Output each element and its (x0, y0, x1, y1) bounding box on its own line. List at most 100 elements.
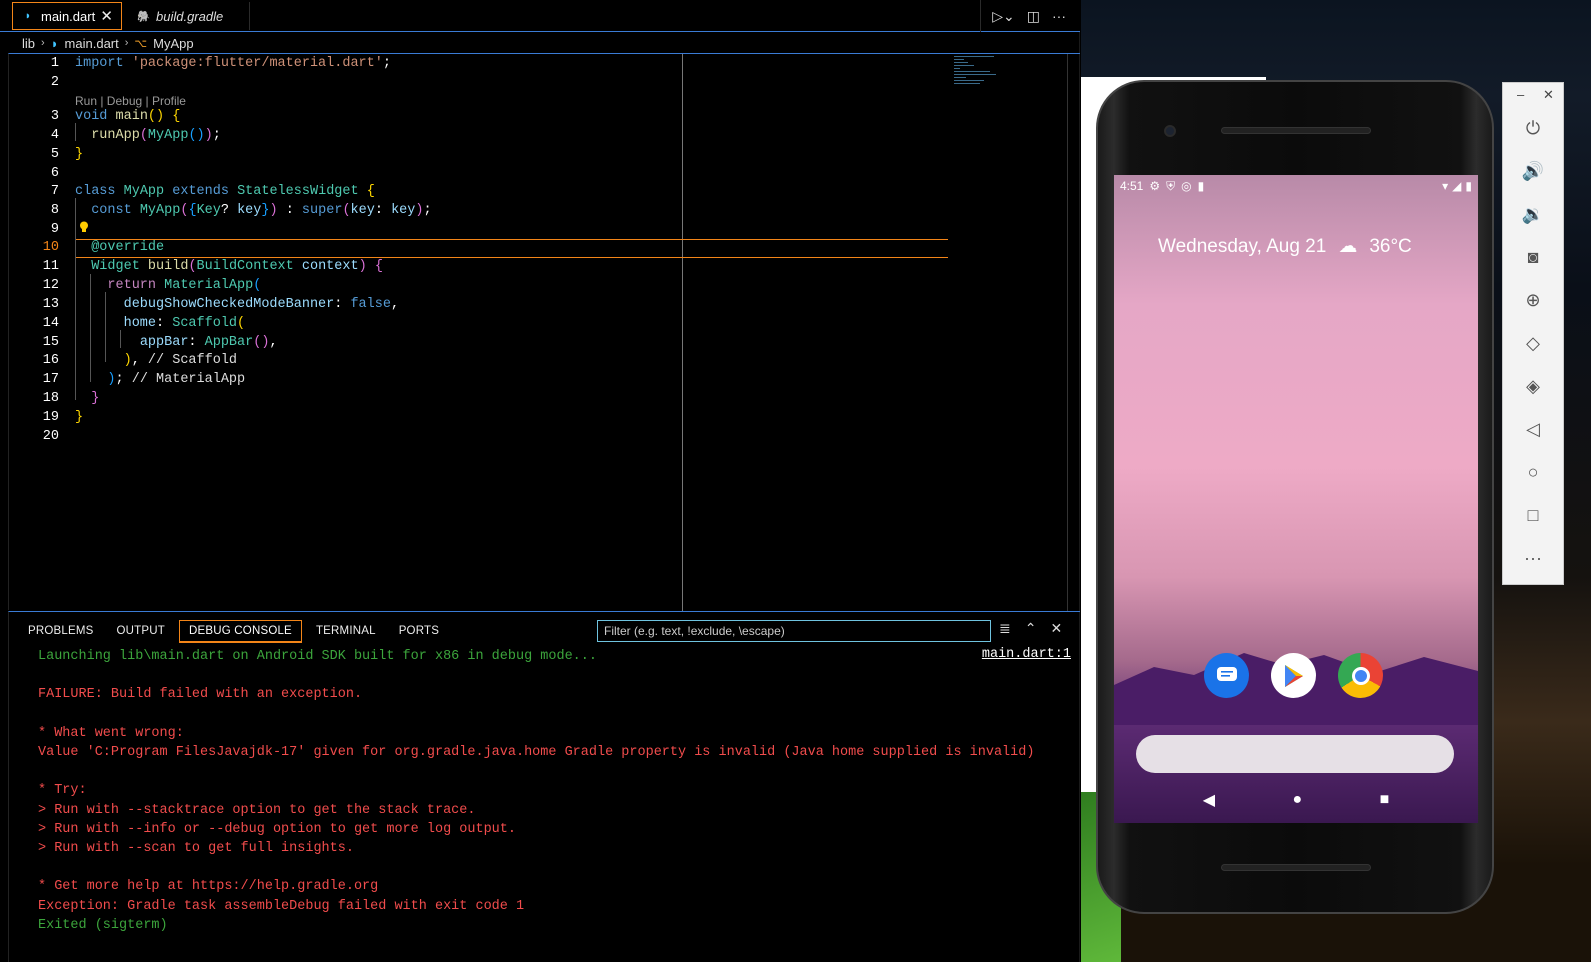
rotate-left-icon[interactable]: ◇ (1503, 328, 1563, 358)
chrome-icon[interactable] (1338, 653, 1383, 698)
line-number: 17 (42, 372, 59, 387)
breadcrumb-folder[interactable]: lib (22, 36, 35, 51)
speaker-grille (1221, 864, 1371, 871)
close-panel-icon[interactable]: ✕ (1050, 620, 1062, 637)
console-line: > Run with --info or --debug option to g… (38, 821, 516, 837)
tab-output[interactable]: OUTPUT (108, 621, 174, 641)
close-icon[interactable]: ✕ (1543, 87, 1554, 103)
messages-icon[interactable] (1204, 653, 1249, 698)
console-filter-input[interactable] (597, 620, 991, 642)
vertical-scrollbar[interactable] (1067, 54, 1068, 611)
chevron-right-icon: › (41, 37, 45, 49)
code-line-8: const MyApp({Key? key}) : super(key: key… (91, 203, 432, 218)
split-editor-icon[interactable]: ◫ (1027, 8, 1040, 25)
home-nav-icon[interactable]: ● (1292, 791, 1302, 809)
more-actions-icon[interactable]: ··· (1052, 8, 1066, 24)
panel-actions: ≣ ⌃ ✕ (999, 620, 1062, 637)
code-line-14: home: Scaffold( (123, 316, 246, 331)
line-number: 14 (42, 316, 59, 331)
clear-console-icon[interactable]: ≣ (999, 620, 1011, 637)
chevron-right-icon: › (124, 37, 129, 49)
code-editor[interactable]: 1 2 3 4 5 6 7 8 9 10 11 12 13 14 15 16 17 18 19 20 Run | De… (8, 53, 1080, 611)
code-line-5: } (75, 147, 84, 162)
recents-nav-icon[interactable]: ■ (1380, 791, 1390, 809)
console-line: Exited (sigterm) (38, 917, 168, 933)
navigation-bar: ◀ ● ■ (1114, 785, 1478, 815)
tab-main-dart[interactable]: ◗ main.dart ✕ (12, 2, 122, 30)
emulator-toolbar: – ✕ ⏻ 🔊 🔉 ◙ ⊕ ◇ ◈ ◁ ○ □ ··· (1502, 82, 1564, 585)
panel-tabs: PROBLEMS OUTPUT DEBUG CONSOLE TERMINAL P… (19, 618, 453, 644)
front-camera (1164, 125, 1176, 137)
speaker-grille (1221, 127, 1371, 134)
editor-actions: ▷⌄ ◫ ··· (980, 0, 1066, 32)
code-line-13: debugShowCheckedModeBanner: false, (123, 297, 400, 312)
google-search-bar[interactable] (1136, 735, 1454, 773)
shield-icon: ⛨ (1166, 178, 1176, 193)
signal-icon: ◢ (1452, 179, 1462, 193)
minimap[interactable] (954, 54, 1014, 94)
tab-build-gradle[interactable]: 🐘 build.gradle (128, 2, 250, 30)
app-dock (1204, 653, 1394, 698)
volume-up-icon[interactable]: 🔊 (1503, 156, 1563, 186)
camera-icon[interactable]: ◙ (1503, 242, 1563, 272)
code-line-17: ); // MaterialApp (107, 372, 246, 387)
dart-icon: ◗ (50, 35, 59, 51)
code-line-12: return MaterialApp( (107, 278, 262, 293)
tab-debug-console[interactable]: DEBUG CONSOLE (179, 619, 302, 643)
bottom-panel: PROBLEMS OUTPUT DEBUG CONSOLE TERMINAL P… (8, 611, 1080, 962)
maximize-panel-icon[interactable]: ⌃ (1025, 620, 1037, 637)
line-number: 6 (50, 166, 59, 181)
temperature-label: 36°C (1369, 235, 1412, 257)
line-number: 13 (42, 297, 59, 312)
line-number: 15 (42, 335, 59, 350)
at-a-glance-widget[interactable]: Wednesday, Aug 21 ☁ 36°C (1158, 235, 1412, 258)
line-number: 7 (50, 184, 59, 199)
wifi-icon: ▾ (1442, 179, 1449, 193)
breadcrumb: lib › ◗ main.dart › ⌥ MyApp (22, 34, 194, 52)
console-line: * Try: (38, 783, 87, 799)
lightbulb-icon[interactable] (79, 221, 89, 233)
console-line: > Run with --scan to get full insights. (38, 841, 354, 857)
line-number: 9 (50, 222, 59, 237)
status-time: 4:51 (1120, 179, 1144, 193)
run-debug-icon[interactable]: ▷⌄ (992, 8, 1015, 25)
code-line-18: } (91, 391, 100, 406)
tab-label: build.gradle (156, 8, 224, 24)
code-line-15: appBar: AppBar(), (139, 335, 278, 350)
more-icon[interactable]: ··· (1503, 543, 1563, 573)
overview-icon[interactable]: □ (1503, 500, 1563, 530)
rotate-right-icon[interactable]: ◈ (1503, 371, 1563, 401)
volume-down-icon[interactable]: 🔉 (1503, 199, 1563, 229)
home-icon[interactable]: ○ (1503, 457, 1563, 487)
minimize-icon[interactable]: – (1517, 87, 1524, 102)
gradle-icon: 🐘 (136, 10, 150, 23)
line-number: 3 (50, 109, 59, 124)
zoom-icon[interactable]: ⊕ (1503, 285, 1563, 315)
tab-problems[interactable]: PROBLEMS (19, 621, 103, 641)
console-line: Exception: Gradle task assembleDebug fai… (38, 898, 525, 914)
tab-ports[interactable]: PORTS (390, 621, 448, 641)
breadcrumb-file[interactable]: main.dart (65, 36, 119, 51)
battery-icon: ▮ (1465, 179, 1472, 193)
code-line-7: class MyApp extends StatelessWidget { (75, 184, 375, 199)
weather-cloud-icon: ☁ (1338, 236, 1358, 257)
play-store-icon[interactable] (1271, 653, 1316, 698)
power-icon[interactable]: ⏻ (1503, 113, 1563, 143)
device-screen[interactable]: 4:51 ⚙ ⛨ ◎ ▮ ▾ ◢ ▮ Wednesday, Aug 21 ☁ 3… (1114, 175, 1478, 823)
line-number: 19 (42, 410, 59, 425)
back-icon[interactable]: ◁ (1503, 414, 1563, 444)
close-icon[interactable]: ✕ (100, 7, 113, 25)
breadcrumb-symbol[interactable]: MyApp (153, 36, 193, 51)
dart-icon: ◗ (24, 10, 32, 22)
line-number: 11 (42, 259, 59, 274)
line-number: 2 (50, 75, 59, 90)
console-line: Launching lib\main.dart on Android SDK b… (38, 649, 597, 664)
settings-icon: ⚙ (1149, 179, 1161, 193)
editor-tab-bar: ◗ main.dart ✕ 🐘 build.gradle ▷⌄ ◫ ··· (0, 0, 1080, 32)
tab-terminal[interactable]: TERMINAL (307, 621, 385, 641)
code-lens-run-debug-profile[interactable]: Run | Debug | Profile (75, 94, 186, 108)
android-emulator-device: 4:51 ⚙ ⛨ ◎ ▮ ▾ ◢ ▮ Wednesday, Aug 21 ☁ 3… (1096, 80, 1494, 914)
back-nav-icon[interactable]: ◀ (1203, 790, 1215, 810)
